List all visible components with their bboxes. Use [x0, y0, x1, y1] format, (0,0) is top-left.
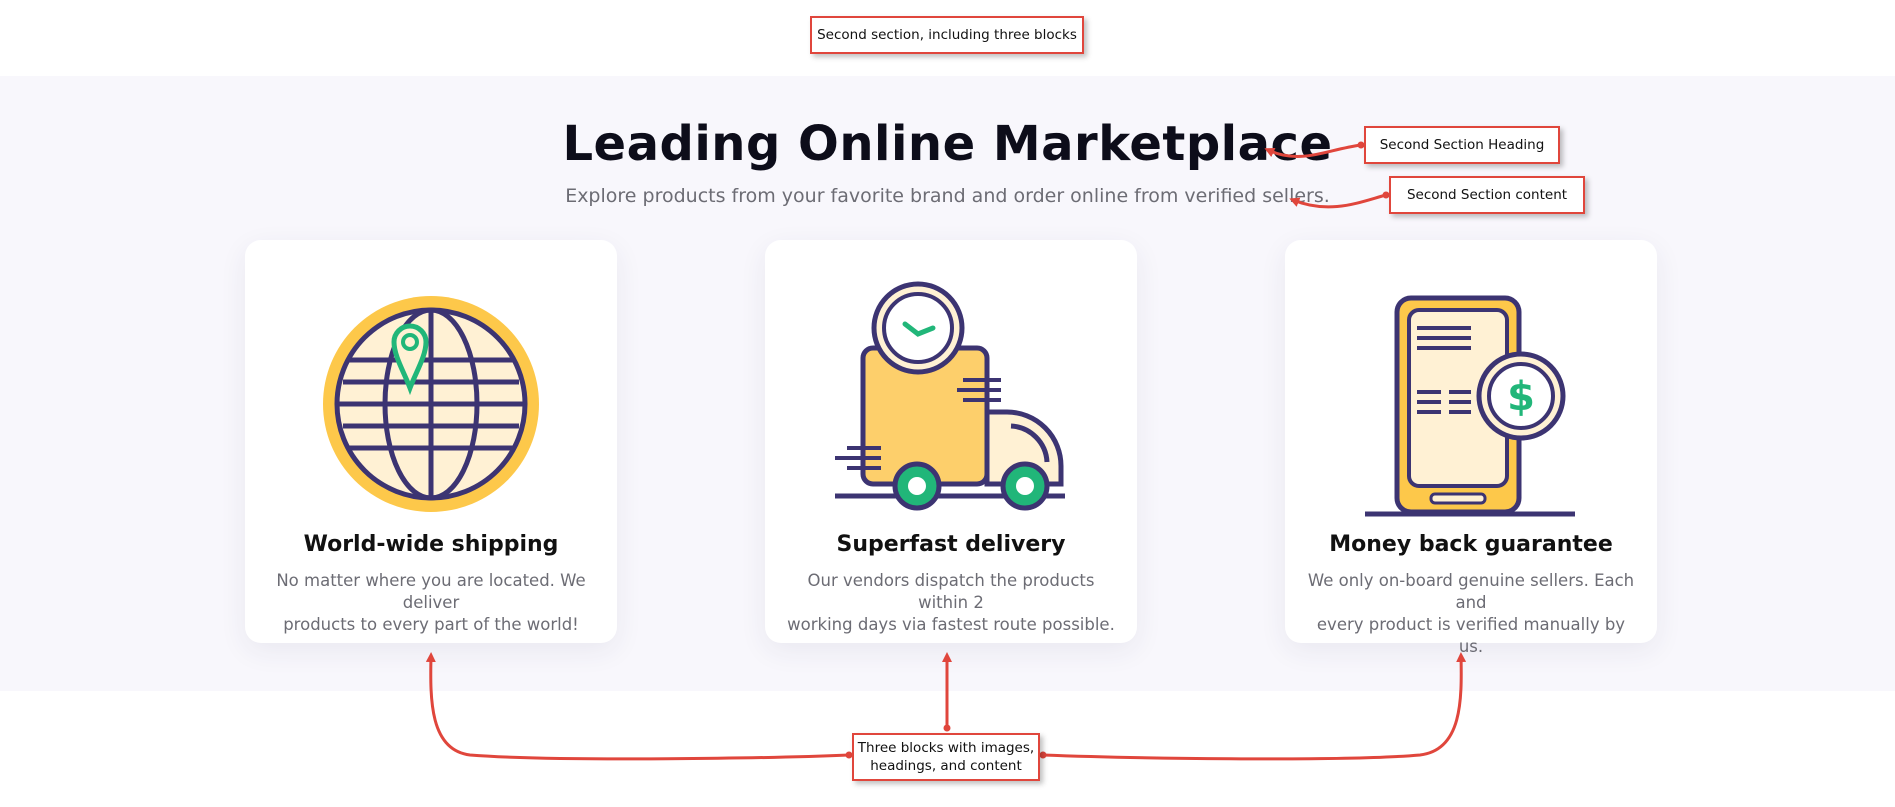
card-description: No matter where you are located. We deli…	[265, 570, 597, 636]
section-heading: Leading Online Marketplace	[562, 116, 1333, 172]
card-description-line: No matter where you are located. We deli…	[276, 571, 586, 612]
annotation-heading-label: Second Section Heading	[1364, 126, 1560, 164]
phone-dollar-icon: $	[1365, 295, 1575, 517]
card-description: We only on-board genuine sellers. Each a…	[1305, 570, 1637, 658]
dollar-sign-icon: $	[1507, 374, 1535, 420]
annotation-section-label: Second section, including three blocks	[810, 16, 1084, 54]
card-description: Our vendors dispatch the products within…	[785, 570, 1117, 636]
card-title: Money back guarantee	[1329, 532, 1613, 557]
card-description-line: Our vendors dispatch the products within…	[807, 571, 1095, 612]
delivery-truck-clock-icon	[835, 281, 1065, 511]
card-money-back-guarantee: $ Money back guarantee We only on-board …	[1285, 240, 1657, 656]
card-description-line: working days via fastest route possible.	[787, 615, 1115, 634]
annotation-blocks-label-line: headings, and content	[870, 758, 1022, 774]
card-world-wide-shipping: World-wide shipping No matter where you …	[245, 240, 617, 643]
globe-location-icon	[323, 296, 539, 512]
card-description-line: We only on-board genuine sellers. Each a…	[1307, 571, 1635, 612]
card-superfast-delivery: Superfast delivery Our vendors dispatch …	[765, 240, 1137, 643]
annotation-content-label: Second Section content	[1389, 176, 1585, 214]
card-description-line: products to every part of the world!	[283, 615, 579, 634]
card-description-line: every product is verified manually by us…	[1316, 615, 1626, 656]
annotation-blocks-label: Three blocks with images, headings, and …	[852, 733, 1040, 781]
annotation-blocks-label-line: Three blocks with images,	[857, 740, 1035, 756]
card-title: Superfast delivery	[836, 532, 1066, 557]
section-subheading: Explore products from your favorite bran…	[565, 185, 1330, 207]
card-title: World-wide shipping	[303, 532, 559, 557]
